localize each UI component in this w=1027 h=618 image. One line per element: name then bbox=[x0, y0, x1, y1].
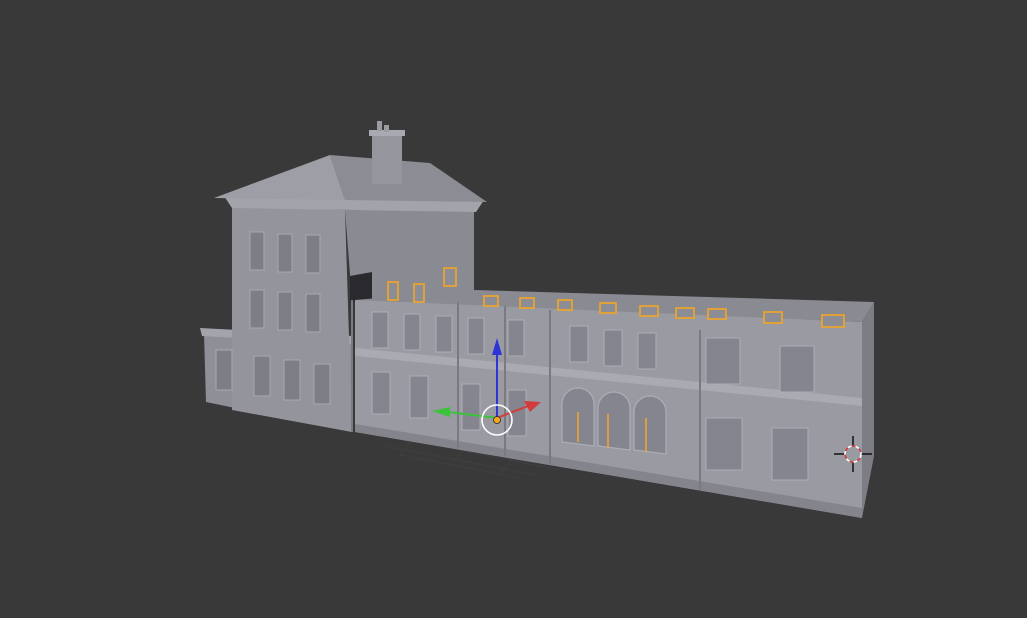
roof-left bbox=[214, 155, 345, 200]
chimney bbox=[372, 132, 402, 184]
long-wing-end bbox=[862, 302, 874, 518]
chimney-pot-2 bbox=[384, 125, 389, 132]
courtyard-shadow bbox=[350, 272, 372, 302]
object-origin-dot bbox=[493, 416, 501, 424]
building-model[interactable] bbox=[200, 121, 874, 518]
roof-right bbox=[330, 155, 487, 202]
3d-viewport[interactable] bbox=[0, 0, 1027, 618]
chimney-pot-1 bbox=[377, 121, 382, 131]
viewport-scene[interactable] bbox=[0, 0, 1027, 618]
